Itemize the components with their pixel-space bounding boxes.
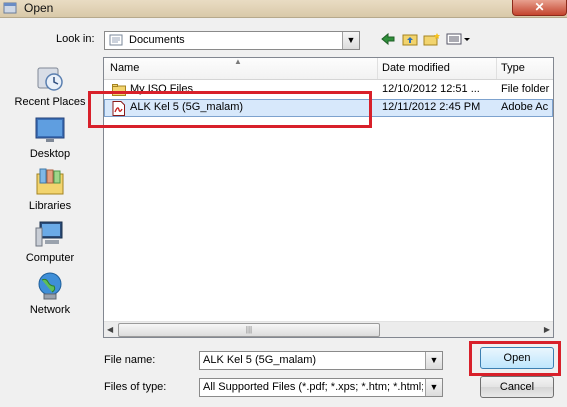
- list-item-selected[interactable]: ALK Kel 5 (5G_malam) 12/11/2012 2:45 PM …: [104, 99, 553, 117]
- chevron-down-icon[interactable]: ▼: [425, 352, 442, 369]
- computer-icon: [35, 221, 63, 247]
- open-button[interactable]: Open: [480, 347, 554, 369]
- column-header-type[interactable]: Type: [501, 62, 525, 74]
- filetype-label: Files of type:: [104, 381, 167, 393]
- chevron-down-icon[interactable]: ▼: [342, 32, 359, 49]
- libraries-icon: [36, 168, 64, 195]
- pdf-icon: [112, 101, 125, 116]
- places-bar: Recent Places Desktop Libraries Computer: [0, 56, 100, 338]
- list-header: ▲ Name Date modified Type: [104, 58, 553, 80]
- sort-up-icon: ▲: [234, 57, 242, 66]
- chevron-down-icon[interactable]: ▼: [425, 379, 442, 396]
- documents-folder-icon: [109, 34, 123, 46]
- window-title: Open: [24, 1, 54, 15]
- file-date: 12/11/2012 2:45 PM: [382, 101, 481, 113]
- up-folder-icon[interactable]: [400, 32, 420, 48]
- network-icon: [38, 272, 62, 300]
- place-label: Computer: [25, 252, 75, 264]
- folder-icon: [112, 84, 126, 96]
- scrollbar-thumb[interactable]: |||: [118, 323, 380, 337]
- recent-places-icon: [37, 67, 63, 91]
- place-network[interactable]: Network: [0, 270, 100, 316]
- file-list[interactable]: ▲ Name Date modified Type My ISO Files 1…: [103, 57, 554, 338]
- filename-field[interactable]: ALK Kel 5 (5G_malam) ▼: [199, 351, 443, 370]
- column-divider[interactable]: [496, 58, 497, 79]
- place-label: Network: [29, 304, 71, 316]
- lookin-value: Documents: [129, 34, 185, 46]
- place-computer[interactable]: Computer: [0, 218, 100, 264]
- place-label: Recent Places: [14, 96, 86, 108]
- lookin-label: Look in:: [56, 33, 95, 45]
- list-item[interactable]: My ISO Files 12/10/2012 12:51 ... File f…: [104, 81, 553, 99]
- place-label: Libraries: [28, 200, 72, 212]
- filetype-value: All Supported Files (*.pdf; *.xps; *.htm…: [203, 381, 423, 393]
- file-name: My ISO Files: [130, 83, 193, 95]
- desktop-icon: [35, 117, 65, 142]
- new-folder-icon[interactable]: [422, 32, 442, 48]
- lookin-dropdown[interactable]: Documents ▼: [104, 31, 360, 50]
- back-arrow-icon[interactable]: [378, 32, 398, 48]
- title-bar: Open ✕: [0, 0, 567, 18]
- file-date: 12/10/2012 12:51 ...: [382, 83, 480, 95]
- filename-label: File name:: [104, 354, 156, 366]
- horizontal-scrollbar[interactable]: ◀ ||| ▶: [104, 321, 553, 337]
- filetype-dropdown[interactable]: All Supported Files (*.pdf; *.xps; *.htm…: [199, 378, 443, 397]
- file-name: ALK Kel 5 (5G_malam): [130, 101, 244, 113]
- close-button[interactable]: ✕: [512, 0, 567, 16]
- column-header-date[interactable]: Date modified: [382, 62, 450, 74]
- scroll-left-icon[interactable]: ◀: [107, 325, 113, 334]
- column-header-name[interactable]: Name: [110, 62, 139, 74]
- place-desktop[interactable]: Desktop: [0, 114, 100, 160]
- scroll-right-icon[interactable]: ▶: [544, 325, 550, 334]
- views-menu-icon[interactable]: [446, 32, 472, 48]
- place-label: Desktop: [29, 148, 71, 160]
- file-type: File folder: [501, 83, 550, 95]
- filename-value: ALK Kel 5 (5G_malam): [203, 354, 317, 366]
- file-type: Adobe Ac: [501, 101, 549, 113]
- cancel-button[interactable]: Cancel: [480, 376, 554, 398]
- place-libraries[interactable]: Libraries: [0, 166, 100, 212]
- app-icon: [3, 2, 17, 14]
- place-recent-places[interactable]: Recent Places: [0, 62, 100, 108]
- column-divider[interactable]: [377, 58, 378, 79]
